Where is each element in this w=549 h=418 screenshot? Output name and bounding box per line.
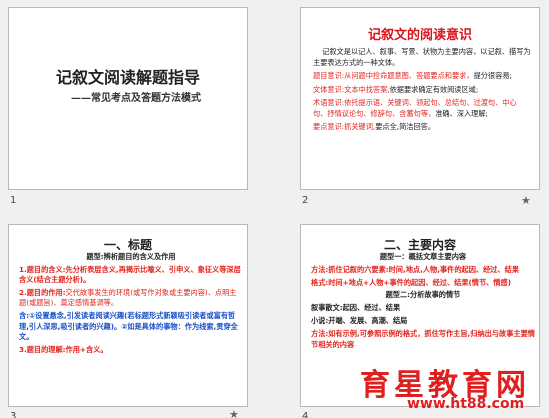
slide-3-title: 一、标题	[103, 238, 152, 252]
watermark: 育星教育网 www.ht88.com	[352, 360, 549, 418]
slide-2-line: 术语意识:依托提示语、关键词、领起句、总结句、过渡句、中心句、抒情议论句、修辞句…	[313, 97, 517, 119]
slide-thumbnail-3[interactable]: 一、标题 题型:辨析题目的含义及作用 1.题目的含义:先分析表层含义,再揭示比喻…	[8, 224, 248, 407]
slide-3-subheading: 题型:辨析题目的含义及作用	[86, 252, 176, 261]
slide-4-subheading: 题型二:分析故事的情节	[385, 290, 461, 300]
slide-number-1: 1	[10, 195, 17, 206]
slide-number-4: 4	[302, 411, 309, 418]
slide-number-2: 2	[302, 195, 309, 206]
slide-thumbnail-2[interactable]: 记叙文的阅读意识 记叙文是以记人、叙事、写景、状物为主要内容，以记叙、描写为主要…	[300, 7, 540, 190]
slide-4-title: 二、主要内容	[383, 238, 456, 252]
animation-star-icon[interactable]: ★	[521, 194, 531, 207]
slide-2-title: 记叙文的阅读意识	[367, 28, 472, 43]
slide-3-line: 含:①设置悬念,引发读者阅读兴趣(若标题形式新颖吸引读者或富有哲理,引人深思,吸…	[19, 310, 238, 342]
slide-4-body: 题型一：概括文章主要内容 方法:抓住记叙的六要素:时间,地点,人物,事件的起因、…	[311, 252, 535, 352]
slide-3-body: 题型:辨析题目的含义及作用 1.题目的含义:先分析表层含义,再揭示比喻义、引申义…	[19, 252, 243, 357]
slide-3-line: 3.题目的理解:作用+含义。	[19, 344, 108, 354]
slide-2-line: 题目意识:从问题中捡命题意图、答题要点和要求，提分很容易;	[313, 71, 512, 81]
animation-star-icon[interactable]: ★	[229, 408, 239, 418]
slide-4-subheading: 题型一：概括文章主要内容	[379, 252, 467, 261]
slide-thumbnail-1[interactable]: 记叙文阅读解题指导 ——常见考点及答题方法模式	[8, 7, 248, 190]
slide-3-line: 1.题目的含义:先分析表层含义,再揭示比喻义、引申义、象征义等深层含义(结合主题…	[19, 264, 241, 285]
slide-4-line: 格式:时间+地点+人物+事件的起因、经过、结果(情节、情感)	[311, 277, 512, 287]
slide-1-title: 记叙文阅读解题指导	[55, 68, 200, 87]
slide-1-subtitle: ——常见考点及答题方法模式	[71, 93, 201, 104]
slide-2-intro: 记叙文是以记人、叙事、写景、状物为主要内容，以记叙、描写为主要表达方式的一种文体…	[313, 47, 531, 68]
slide-4-line: 方法:如有示例,可参照示例的格式，抓住写作主旨,归纳出与故事主要情节相关的内容	[311, 328, 535, 349]
slide-3-line: 2.题目的作用:交代故事发生的环境(或写作对象或主要内容)、点明主题(或题旨)、…	[19, 287, 237, 308]
slide-number-3: 3	[10, 411, 17, 418]
watermark-url: www.ht88.com	[407, 396, 525, 412]
slide-4-line: 小说:开端、发展、高潮、结局	[311, 315, 408, 325]
slide-2-body: 记叙文是以记人、叙事、写景、状物为主要内容，以记叙、描写为主要表达方式的一种文体…	[313, 46, 531, 134]
slide-2-line: 要点意识:抓关键词,要点全,简洁回答。	[313, 122, 436, 132]
slide-4-line: 叙事散文:起因、经过、结果	[311, 303, 401, 313]
slide-sorter: 记叙文阅读解题指导 ——常见考点及答题方法模式 1 记叙文的阅读意识 记叙文是以…	[0, 0, 549, 418]
slide-2-line: 文体意识:文本中找答案,依据要求确定有效阅读区域;	[313, 84, 479, 94]
slide-4-line: 方法:抓住记叙的六要素:时间,地点,人物,事件的起因、经过、结果	[311, 264, 520, 274]
